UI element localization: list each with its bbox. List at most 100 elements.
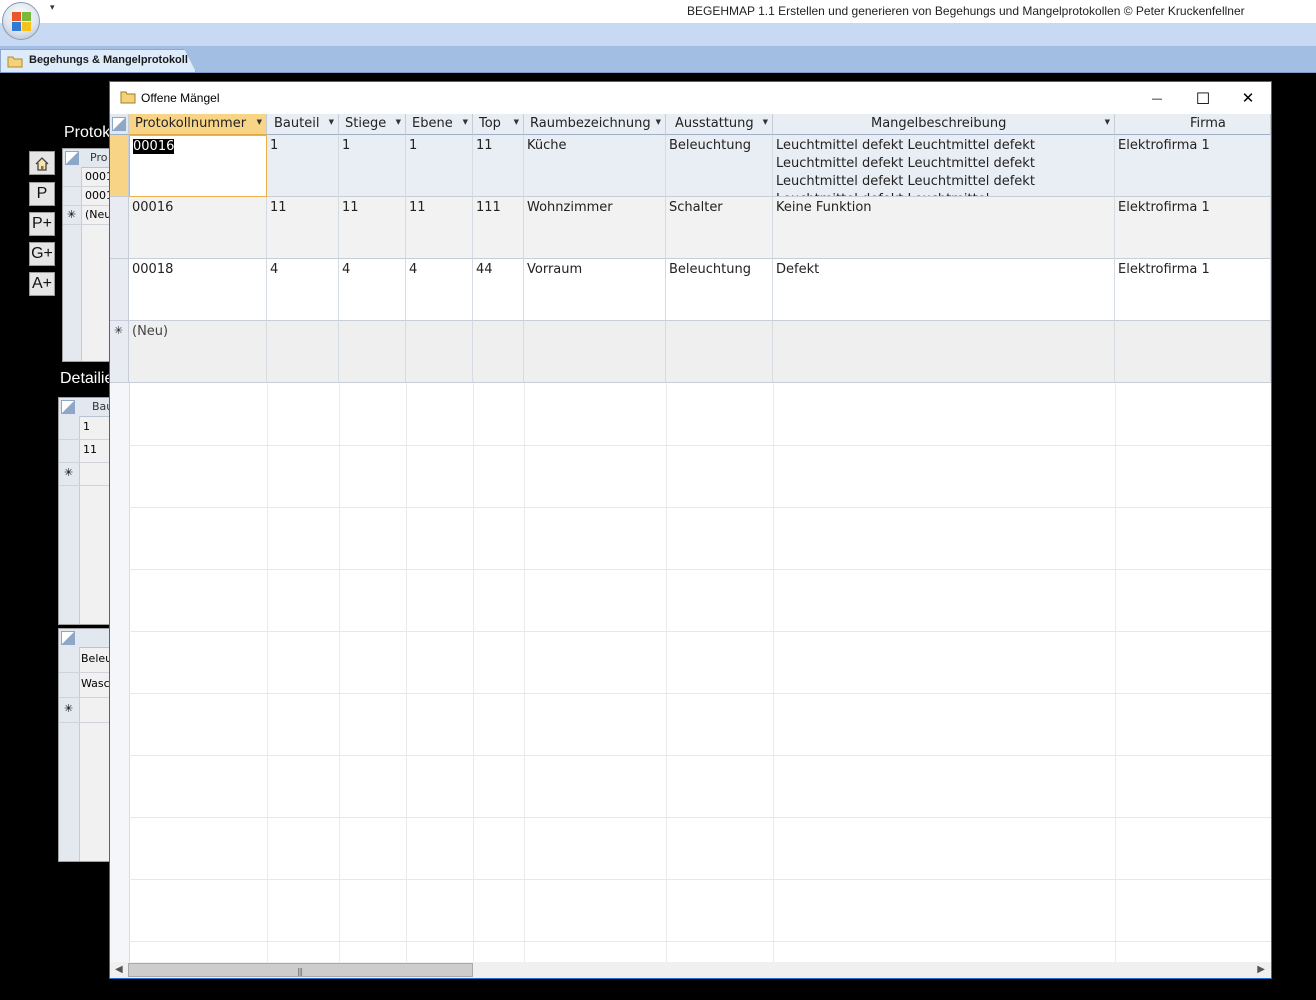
app-title: BEGEHMAP 1.1 Erstellen und generieren vo… — [687, 4, 1245, 18]
minimize-icon: — — [1151, 91, 1163, 105]
maximize-button[interactable]: ☐ — [1180, 82, 1226, 114]
table-cell[interactable]: 11 — [406, 197, 473, 259]
document-tab-bar: Begehungs & Mangelprotokoll — [0, 46, 1316, 73]
row-selector[interactable] — [110, 197, 129, 259]
column-header-mangelbeschreibung[interactable]: Mangelbeschreibung ▼ — [773, 114, 1115, 135]
app-title-bar: ▾ BEGEHMAP 1.1 Erstellen und generieren … — [0, 0, 1316, 23]
filter-dropdown-icon[interactable]: ▼ — [763, 118, 768, 126]
table-cell[interactable]: 1 — [406, 135, 473, 197]
filter-dropdown-icon[interactable]: ▼ — [257, 118, 262, 126]
maximize-icon: ☐ — [1195, 88, 1211, 108]
scroll-left-icon[interactable]: ◀ — [115, 964, 123, 975]
empty-grid-row — [129, 755, 1271, 818]
filter-dropdown-icon[interactable]: ▼ — [396, 118, 401, 126]
scrollbar-thumb[interactable]: ||| — [128, 963, 473, 977]
table-cell[interactable]: Keine Funktion — [773, 197, 1115, 259]
folder-icon — [120, 91, 136, 104]
folder-icon — [7, 56, 23, 68]
table-cell[interactable]: 11 — [267, 197, 339, 259]
close-icon: ✕ — [1241, 89, 1255, 107]
table-cell[interactable]: Elektrofirma 1 — [1115, 135, 1271, 197]
table-cell[interactable]: Küche — [524, 135, 666, 197]
filter-dropdown-icon[interactable]: ▼ — [656, 118, 661, 126]
table-cell[interactable]: Elektrofirma 1 — [1115, 259, 1271, 321]
table-cell[interactable]: Schalter — [666, 197, 773, 259]
empty-grid-row — [129, 631, 1271, 694]
select-all-corner[interactable] — [110, 114, 129, 135]
empty-grid-row — [129, 383, 1271, 446]
section-detail-label: Detailie — [60, 370, 114, 387]
table-cell[interactable]: Elektrofirma 1 — [1115, 197, 1271, 259]
filter-dropdown-icon[interactable]: ▼ — [463, 118, 468, 126]
window-title: Offene Mängel — [141, 91, 220, 105]
office-logo-icon — [12, 12, 32, 32]
table-cell[interactable]: Defekt — [773, 259, 1115, 321]
table-cell[interactable]: 11 — [339, 197, 406, 259]
table-cell[interactable]: 111 — [473, 197, 524, 259]
empty-grid-row — [129, 817, 1271, 880]
column-header-stiege[interactable]: Stiege ▼ — [339, 114, 406, 135]
table-cell[interactable]: 1 — [339, 135, 406, 197]
table-cell[interactable]: 00018 — [129, 259, 267, 321]
new-record-cell[interactable] — [1115, 321, 1271, 383]
table-cell[interactable]: 4 — [339, 259, 406, 321]
protokoll-button[interactable]: P — [29, 182, 55, 206]
ribbon-band — [0, 23, 1316, 46]
new-record-cell[interactable] — [524, 321, 666, 383]
column-header-bauteil[interactable]: Bauteil ▼ — [267, 114, 339, 135]
document-tab-label: Begehungs & Mangelprotokoll — [29, 54, 188, 66]
new-record-cell[interactable] — [339, 321, 406, 383]
filter-dropdown-icon[interactable]: ▼ — [1105, 118, 1110, 126]
empty-grid-row — [129, 507, 1271, 570]
table-cell[interactable]: Leuchtmittel defekt Leuchtmittel defekt … — [773, 135, 1115, 197]
column-header-ausstattung[interactable]: Ausstattung ▼ — [666, 114, 773, 135]
quick-access-dropdown-icon[interactable]: ▾ — [50, 3, 55, 13]
close-button[interactable]: ✕ — [1225, 82, 1271, 114]
horizontal-scrollbar[interactable]: ◀ ||| ▶ — [110, 962, 1271, 978]
home-button[interactable] — [29, 151, 55, 175]
table-cell[interactable]: Vorraum — [524, 259, 666, 321]
new-record-cell[interactable] — [473, 321, 524, 383]
document-tab[interactable]: Begehungs & Mangelprotokoll — [0, 49, 196, 72]
offene-maengel-window: Offene Mängel — ☐ ✕ Protokollnummer ▼ Bau… — [109, 81, 1272, 979]
filter-dropdown-icon[interactable]: ▼ — [329, 118, 334, 126]
window-title-bar[interactable]: Offene Mängel — ☐ ✕ — [110, 82, 1271, 114]
column-header-firma[interactable]: Firma — [1115, 114, 1271, 135]
column-header-ebene[interactable]: Ebene ▼ — [406, 114, 473, 135]
empty-grid-row — [129, 879, 1271, 942]
new-record-selector[interactable] — [110, 321, 129, 383]
table-cell[interactable]: Beleuchtung — [666, 259, 773, 321]
new-record-cell[interactable]: (Neu) — [129, 321, 267, 383]
table-cell[interactable]: 4 — [267, 259, 339, 321]
column-header-top[interactable]: Top ▼ — [473, 114, 524, 135]
new-g-button[interactable]: G+ — [29, 242, 55, 266]
new-a-button[interactable]: A+ — [29, 272, 55, 296]
new-record-cell[interactable] — [406, 321, 473, 383]
empty-grid-row — [129, 693, 1271, 756]
home-icon — [35, 156, 49, 171]
table-cell[interactable]: Beleuchtung — [666, 135, 773, 197]
empty-grid-row — [129, 445, 1271, 508]
table-cell[interactable]: 00016 — [129, 197, 267, 259]
row-selector[interactable] — [110, 135, 129, 197]
table-cell[interactable]: Wohnzimmer — [524, 197, 666, 259]
minimize-button[interactable]: — — [1134, 82, 1180, 114]
scroll-right-icon[interactable]: ▶ — [1257, 964, 1265, 975]
empty-grid-row — [129, 569, 1271, 632]
new-protokoll-button[interactable]: P+ — [29, 212, 55, 236]
new-record-cell[interactable] — [267, 321, 339, 383]
table-cell[interactable]: 00016 — [129, 135, 267, 197]
table-cell[interactable]: 4 — [406, 259, 473, 321]
table-cell[interactable]: 44 — [473, 259, 524, 321]
row-selector[interactable] — [110, 259, 129, 321]
column-header-protokollnummer[interactable]: Protokollnummer ▼ — [129, 114, 267, 135]
table-cell[interactable]: 11 — [473, 135, 524, 197]
new-record-cell[interactable] — [666, 321, 773, 383]
filter-dropdown-icon[interactable]: ▼ — [514, 118, 519, 126]
new-record-cell[interactable] — [773, 321, 1115, 383]
table-cell[interactable]: 1 — [267, 135, 339, 197]
maengel-datasheet: Protokollnummer ▼ Bauteil ▼ Stiege ▼ Ebene ▼… — [110, 114, 1271, 962]
column-header-raumbezeichnung[interactable]: Raumbezeichnung ▼ — [524, 114, 666, 135]
section-protokoll-label: Protok — [64, 124, 111, 141]
office-button[interactable] — [2, 2, 40, 40]
